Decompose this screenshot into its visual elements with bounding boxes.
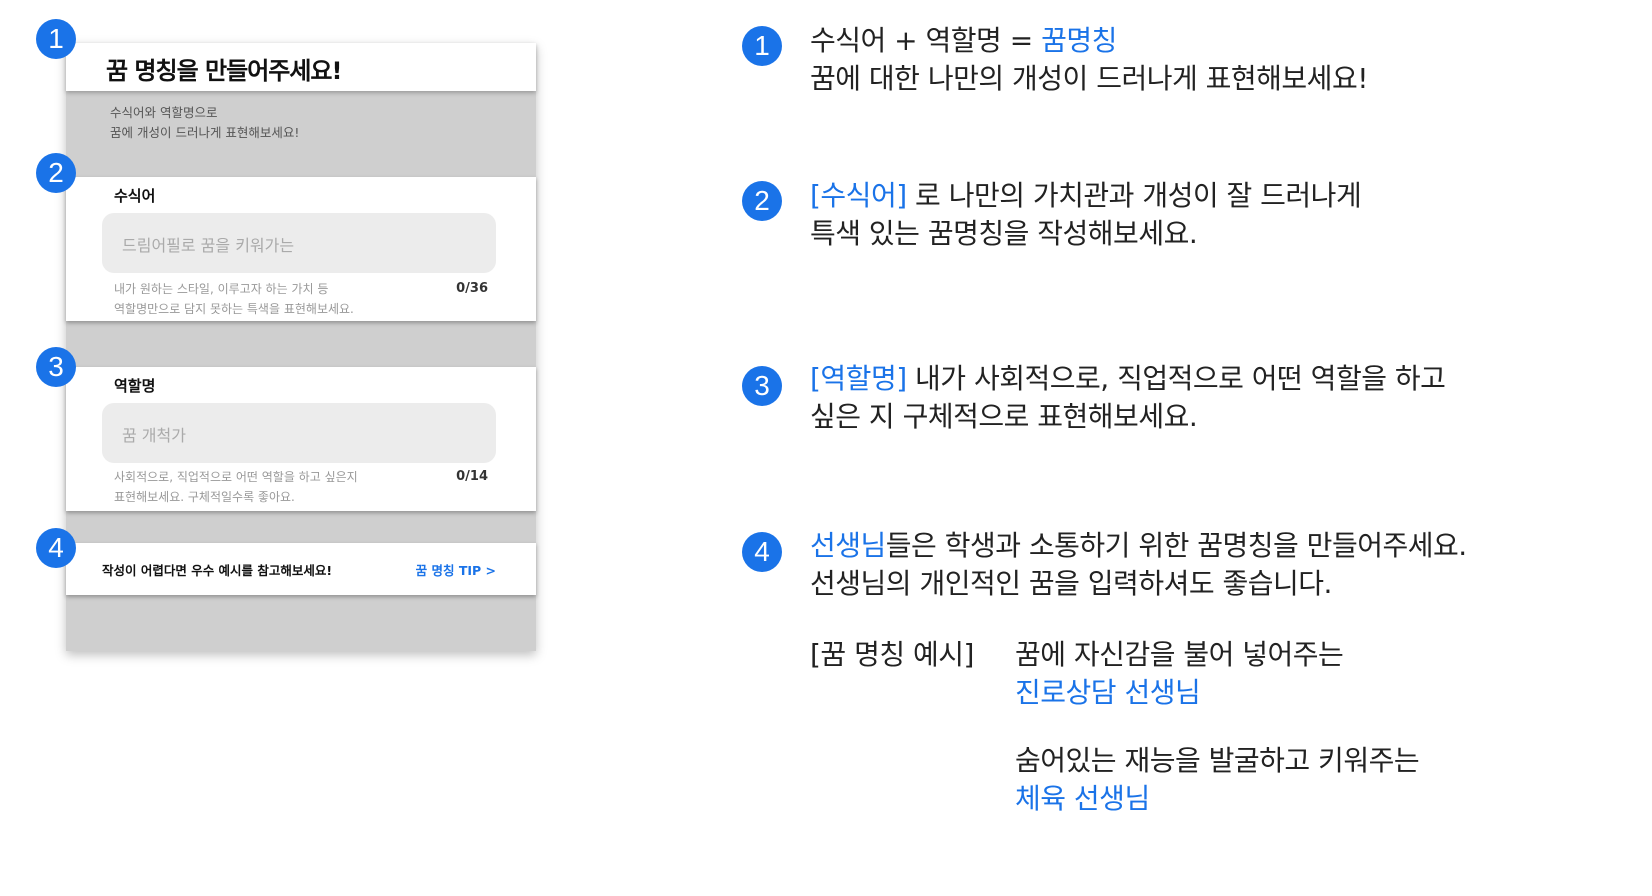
step-badge-3: 3 <box>36 347 76 387</box>
role-help: 사회적으로, 직업적으로 어떤 역할을 하고 싶은지 표현해보세요. 구체적일수… <box>114 467 358 507</box>
modifier-input[interactable]: 드림어필로 꿈을 키워가는 <box>102 213 496 273</box>
explanation-3-line-2: 싶은 지 구체적으로 표현해보세요. <box>810 400 1198 433</box>
explanation-2: [수식어] 로 나만의 가치관과 개성이 잘 드러나게 특색 있는 꿈명칭을 작… <box>810 177 1362 253</box>
explain-badge-2: 2 <box>742 181 782 221</box>
intro-text: 수식어와 역할명으로 꿈에 개성이 드러나게 표현해보세요! <box>110 103 299 143</box>
role-help-line-1: 사회적으로, 직업적으로 어떤 역할을 하고 싶은지 <box>114 470 358 484</box>
explanation-1: 수식어 + 역할명 = 꿈명칭 꿈에 대한 나만의 개성이 드러나게 표현해보세… <box>810 22 1368 98</box>
role-card: 역할명 꿈 개척가 사회적으로, 직업적으로 어떤 역할을 하고 싶은지 표현해… <box>66 367 536 511</box>
explanation-2-text: 로 나만의 가치관과 개성이 잘 드러나게 <box>906 179 1362 212</box>
form-header: 꿈 명칭을 만들어주세요! <box>66 43 536 91</box>
modifier-help-line-1: 내가 원하는 스타일, 이루고자 하는 가치 등 <box>114 282 329 296</box>
modifier-help: 내가 원하는 스타일, 이루고자 하는 가치 등 역할명만으로 담지 못하는 특… <box>114 279 354 319</box>
explanation-4: 선생님들은 학생과 소통하기 위한 꿈명칭을 만들어주세요. 선생님의 개인적인… <box>810 527 1467 603</box>
role-input[interactable]: 꿈 개척가 <box>102 403 496 463</box>
modifier-placeholder: 드림어필로 꿈을 키워가는 <box>122 236 295 255</box>
example-2-line-2: 체육 선생님 <box>1015 782 1150 815</box>
explain-badge-4: 4 <box>742 532 782 572</box>
modifier-help-line-2: 역할명만으로 담지 못하는 특색을 표현해보세요. <box>114 302 354 316</box>
explanation-1-text: 수식어 + 역할명 = <box>810 24 1042 57</box>
example-1-line-1: 꿈에 자신감을 불어 넣어주는 <box>1015 638 1344 671</box>
explanation-2-line-2: 특색 있는 꿈명칭을 작성해보세요. <box>810 217 1198 250</box>
modifier-counter: 0/36 <box>456 281 488 296</box>
modifier-label: 수식어 <box>114 187 156 205</box>
role-label: 역할명 <box>114 377 156 395</box>
tip-text: 작성이 어렵다면 우수 예시를 참고해보세요! <box>102 563 333 578</box>
explanation-2-highlight: [수식어] <box>810 179 907 212</box>
example-1-line-2: 진로상담 선생님 <box>1015 676 1201 709</box>
explanation-3-text: 내가 사회적으로, 직업적으로 어떤 역할을 하고 <box>906 362 1446 395</box>
role-placeholder: 꿈 개척가 <box>122 426 186 445</box>
step-badge-2: 2 <box>36 153 76 193</box>
step-badge-1: 1 <box>36 19 76 59</box>
tip-link[interactable]: 꿈 명칭 TIP > <box>416 560 496 579</box>
example-label: [꿈 명칭 예시] <box>810 638 974 671</box>
intro-line-1: 수식어와 역할명으로 <box>110 105 218 120</box>
explanation-1-line-2: 꿈에 대한 나만의 개성이 드러나게 표현해보세요! <box>810 62 1368 95</box>
explanation-4-highlight: 선생님 <box>810 529 886 562</box>
role-counter: 0/14 <box>456 469 488 484</box>
explanation-3-highlight: [역할명] <box>810 362 907 395</box>
example-2-line-1: 숨어있는 재능을 발굴하고 키워주는 <box>1015 744 1420 777</box>
explanation-4-line-2: 선생님의 개인적인 꿈을 입력하셔도 좋습니다. <box>810 567 1332 600</box>
modifier-card: 수식어 드림어필로 꿈을 키워가는 내가 원하는 스타일, 이루고자 하는 가치… <box>66 177 536 321</box>
step-badge-4: 4 <box>36 528 76 568</box>
explanation-4-text: 들은 학생과 소통하기 위한 꿈명칭을 만들어주세요. <box>885 529 1467 562</box>
example-2: 숨어있는 재능을 발굴하고 키워주는 체육 선생님 <box>1015 742 1420 818</box>
tip-bar: 작성이 어렵다면 우수 예시를 참고해보세요! 꿈 명칭 TIP > <box>66 543 536 595</box>
example-1: 꿈에 자신감을 불어 넣어주는 진로상담 선생님 <box>1015 636 1344 712</box>
intro-line-2: 꿈에 개성이 드러나게 표현해보세요! <box>110 125 300 140</box>
explanation-3: [역할명] 내가 사회적으로, 직업적으로 어떤 역할을 하고 싶은 지 구체적… <box>810 360 1446 436</box>
explain-badge-1: 1 <box>742 26 782 66</box>
page-title: 꿈 명칭을 만들어주세요! <box>106 57 342 85</box>
explain-badge-3: 3 <box>742 366 782 406</box>
explanation-1-highlight: 꿈명칭 <box>1041 24 1117 57</box>
role-help-line-2: 표현해보세요. 구체적일수록 좋아요. <box>114 490 295 504</box>
dream-name-form: 꿈 명칭을 만들어주세요! 수식어와 역할명으로 꿈에 개성이 드러나게 표현해… <box>66 43 536 651</box>
